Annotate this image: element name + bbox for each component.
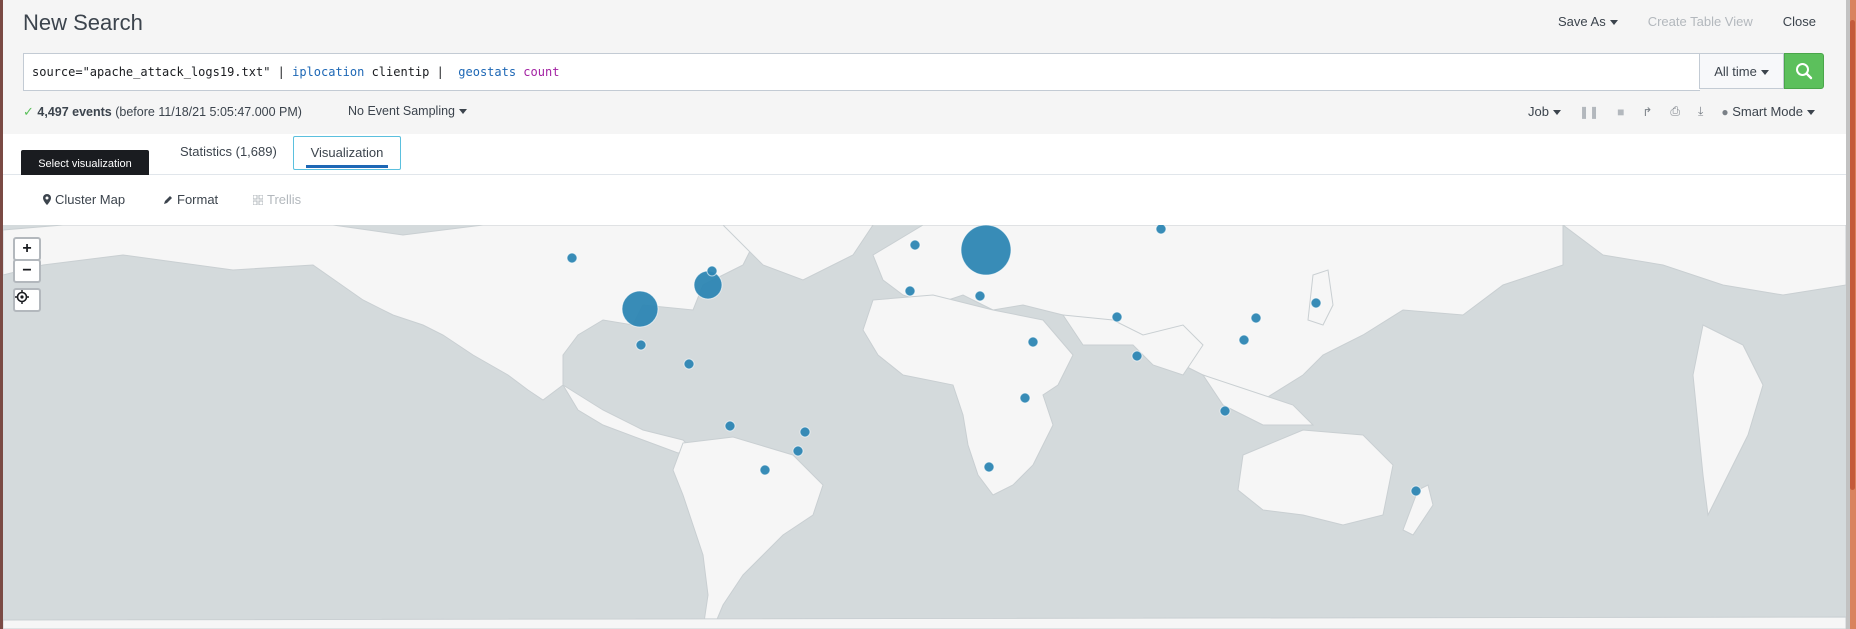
- map-marker[interactable]: [1238, 334, 1250, 346]
- map-marker[interactable]: [759, 464, 771, 476]
- map-marker[interactable]: [706, 265, 718, 277]
- map-marker[interactable]: [1219, 405, 1231, 417]
- land-americas-wrap: [1562, 225, 1846, 296]
- top-actions: Save As Create Table View Close: [1558, 14, 1816, 29]
- results-tabs: Statistics (1,689) Visualization: [3, 134, 1846, 175]
- pause-icon[interactable]: ❚❚: [1579, 105, 1599, 119]
- cluster-map-button[interactable]: Cluster Map: [43, 192, 125, 207]
- chevron-down-icon: [1552, 110, 1561, 116]
- active-tab-indicator: [306, 165, 388, 168]
- map-marker[interactable]: [566, 252, 578, 264]
- visualization-toolbar: Cluster Map Format Trellis: [3, 175, 1846, 225]
- map-marker[interactable]: [799, 426, 811, 438]
- title-row: New Search Save As Create Table View Clo…: [3, 0, 1846, 50]
- chevron-down-icon: [459, 109, 468, 115]
- map-marker[interactable]: [909, 239, 921, 251]
- event-sampling-dropdown[interactable]: No Event Sampling: [348, 104, 468, 118]
- landmasses: [3, 225, 1846, 629]
- create-table-view-button[interactable]: Create Table View: [1648, 14, 1753, 29]
- trellis-grid-icon: [253, 194, 263, 205]
- close-button[interactable]: Close: [1783, 14, 1816, 29]
- share-icon[interactable]: ↱: [1642, 105, 1652, 119]
- check-icon: ✓: [23, 104, 34, 119]
- job-status-row: ✓ 4,497 events (before 11/18/21 5:05:47.…: [23, 104, 1825, 126]
- land-africa: [862, 294, 1074, 496]
- search-page: New Search Save As Create Table View Clo…: [3, 0, 1846, 629]
- search-button[interactable]: [1784, 53, 1824, 89]
- event-count: 4,497 events: [37, 105, 112, 119]
- chevron-down-icon: [1760, 70, 1769, 76]
- map-marker[interactable]: [792, 445, 804, 457]
- search-icon: [1796, 63, 1813, 80]
- land-antarctica: [3, 616, 1846, 629]
- minus-icon: −: [22, 262, 32, 279]
- land-south-america-wrap: [1692, 324, 1764, 517]
- cluster-map[interactable]: + −: [3, 225, 1846, 629]
- reset-view-button[interactable]: [13, 288, 41, 312]
- map-marker[interactable]: [1410, 485, 1422, 497]
- land-central-america: [562, 384, 695, 454]
- job-menu[interactable]: Job: [1528, 104, 1561, 119]
- map-marker[interactable]: [1027, 336, 1039, 348]
- map-marker[interactable]: [724, 420, 736, 432]
- map-marker[interactable]: [1250, 312, 1262, 324]
- map-marker[interactable]: [693, 270, 723, 300]
- events-before-time: (before 11/18/21 5:05:47.000 PM): [115, 105, 302, 119]
- bulb-icon: ●: [1721, 105, 1729, 119]
- map-marker[interactable]: [904, 285, 916, 297]
- world-map[interactable]: [3, 225, 1846, 629]
- print-icon[interactable]: ⎙: [1670, 104, 1680, 119]
- search-bar: source="apache_attack_logs19.txt" | iplo…: [23, 53, 1825, 91]
- job-controls: Job ❚❚ ■ ↱ ⎙ ⤓ ● Smart Mode: [1528, 104, 1815, 119]
- map-marker[interactable]: [1111, 311, 1123, 323]
- crosshair-icon: [15, 290, 29, 304]
- save-as-button[interactable]: Save As: [1558, 14, 1618, 29]
- chevron-down-icon: [1609, 20, 1618, 26]
- map-marker[interactable]: [960, 225, 1012, 276]
- map-marker[interactable]: [1310, 297, 1322, 309]
- time-range-picker[interactable]: All time: [1699, 53, 1784, 89]
- land-south-america: [672, 436, 824, 629]
- scrollbar-thumb[interactable]: [1850, 20, 1855, 490]
- map-marker[interactable]: [621, 290, 659, 328]
- map-marker[interactable]: [683, 358, 695, 370]
- format-button[interactable]: Format: [163, 192, 218, 207]
- pencil-icon: [164, 195, 172, 204]
- tab-visualization[interactable]: Visualization: [293, 136, 401, 170]
- tab-statistics[interactable]: Statistics (1,689): [180, 144, 277, 159]
- trellis-button[interactable]: Trellis: [253, 192, 301, 207]
- scrollbar[interactable]: [1846, 0, 1856, 629]
- map-pin-icon: [43, 194, 51, 205]
- page-title: New Search: [23, 10, 143, 35]
- map-marker[interactable]: [1155, 225, 1167, 235]
- map-marker[interactable]: [1019, 392, 1031, 404]
- map-marker[interactable]: [983, 461, 995, 473]
- stop-icon[interactable]: ■: [1617, 105, 1624, 119]
- search-query-input[interactable]: source="apache_attack_logs19.txt" | iplo…: [23, 53, 1700, 91]
- chevron-down-icon: [1807, 110, 1815, 116]
- map-marker[interactable]: [635, 339, 647, 351]
- map-marker[interactable]: [974, 290, 986, 302]
- zoom-in-button[interactable]: +: [13, 237, 41, 261]
- select-visualization-tooltip: Select visualization: [21, 150, 149, 184]
- zoom-out-button[interactable]: −: [13, 259, 41, 283]
- plus-icon: +: [22, 240, 32, 257]
- search-mode-dropdown[interactable]: ● Smart Mode: [1721, 104, 1815, 119]
- export-icon[interactable]: ⤓: [1698, 104, 1703, 119]
- map-marker[interactable]: [1131, 350, 1143, 362]
- land-australia: [1237, 429, 1394, 526]
